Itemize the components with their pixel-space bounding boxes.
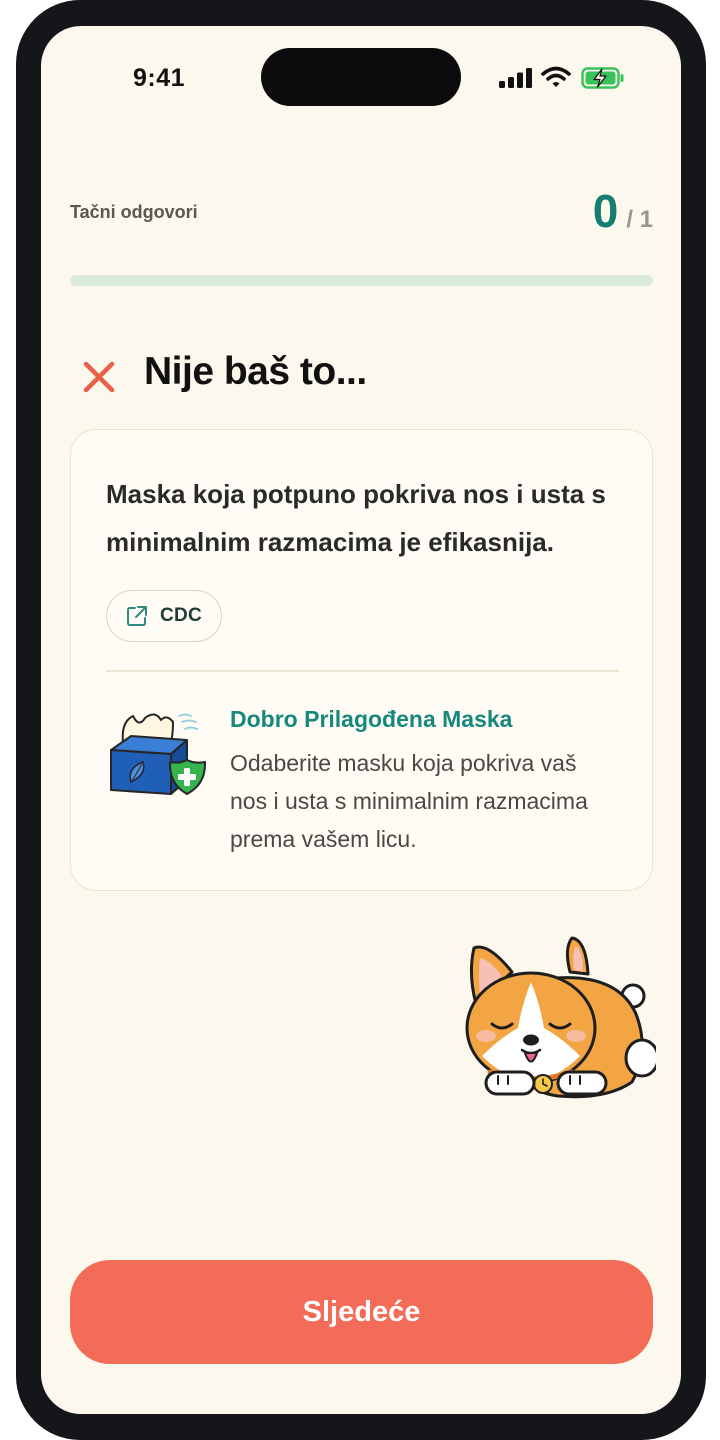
phone-frame: 9:41 Tačni odgovori 0 / 1 Nije baš to...… xyxy=(16,0,706,1440)
status-time: 9:41 xyxy=(133,64,186,92)
external-link-icon xyxy=(126,606,147,626)
card-divider xyxy=(106,670,619,672)
sleeping-corgi-icon xyxy=(465,936,656,1099)
result-heading: Nije baš to... xyxy=(144,350,367,393)
next-button-label: Sljedeće xyxy=(302,1295,421,1328)
battery-charging-icon xyxy=(581,67,624,89)
dynamic-island xyxy=(261,48,461,106)
tip-title: Dobro Prilagođena Maska xyxy=(230,706,513,732)
app-screen: 9:41 Tačni odgovori 0 / 1 Nije baš to...… xyxy=(41,26,681,1414)
score-label: Tačni odgovori xyxy=(70,202,198,222)
next-button[interactable]: Sljedeće xyxy=(70,1260,653,1364)
progress-bar xyxy=(70,275,653,286)
signal-icon xyxy=(499,68,532,88)
tissue-box-shield-icon xyxy=(110,713,207,795)
source-link-button[interactable]: CDC xyxy=(106,590,222,642)
score-total: / 1 xyxy=(626,206,653,233)
correct-statement: Maska koja potpuno pokriva nos i usta s … xyxy=(106,479,606,557)
close-icon xyxy=(83,361,115,393)
explanation-card: Maska koja potpuno pokriva nos i usta s … xyxy=(70,429,653,891)
source-label: CDC xyxy=(159,605,203,626)
wifi-icon xyxy=(541,66,571,87)
score-counter: 0 / 1 xyxy=(593,184,653,238)
score-value: 0 xyxy=(592,185,619,237)
tip-body: Odaberite masku koja pokriva vaš nos i u… xyxy=(230,750,588,852)
